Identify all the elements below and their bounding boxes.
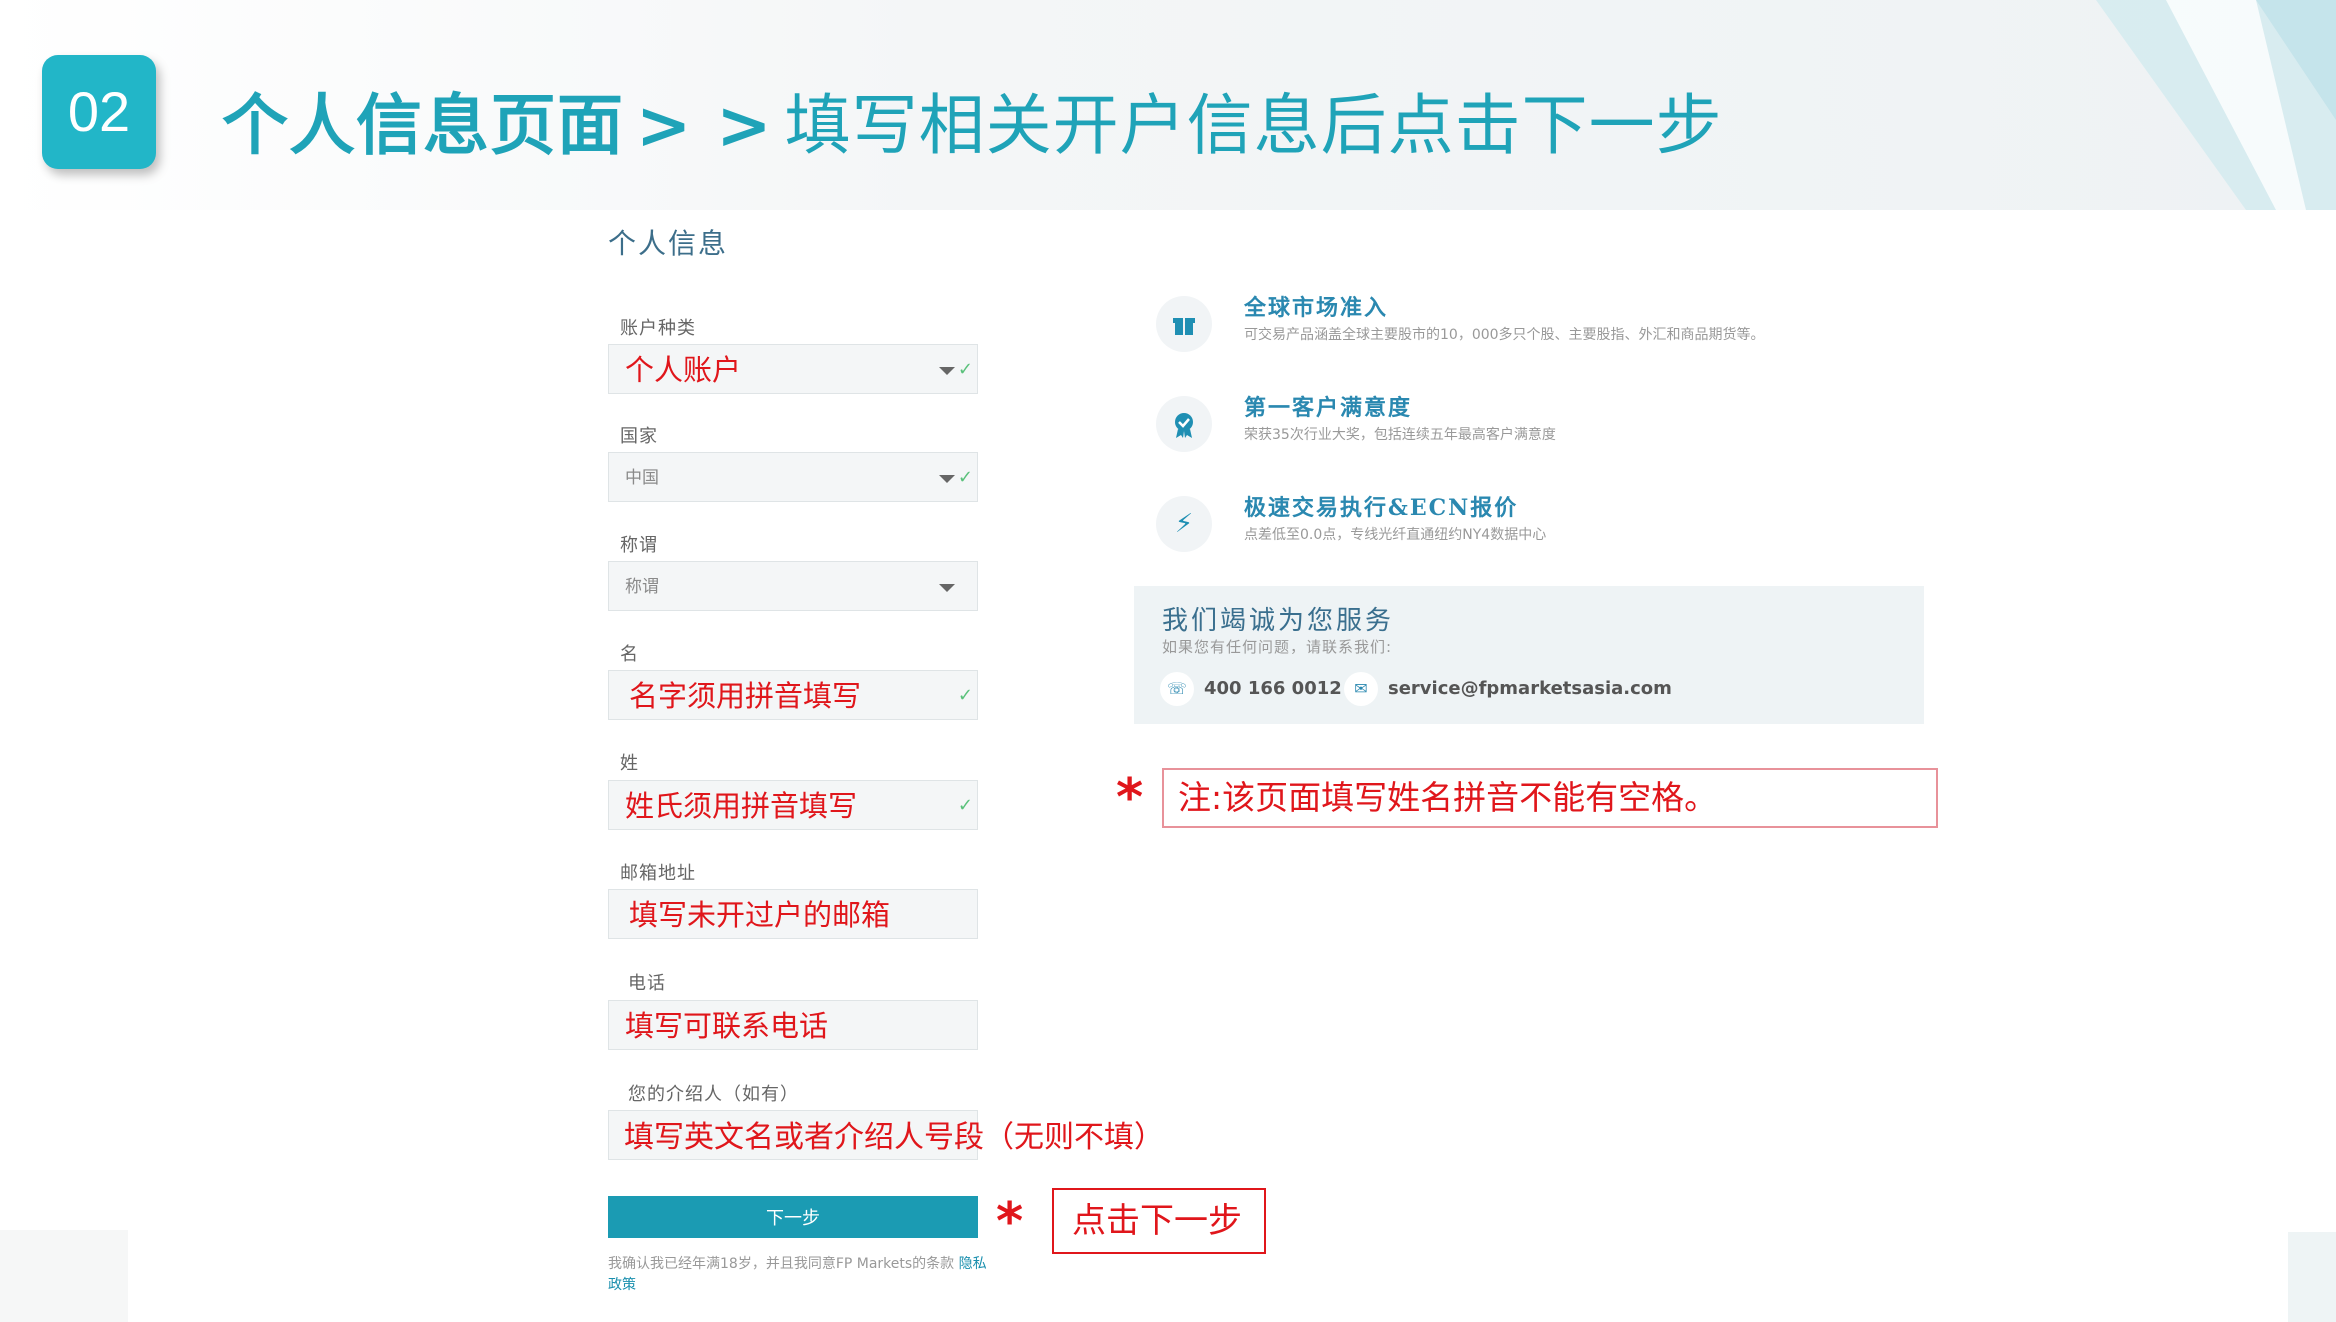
- feature-desc: 点差低至0.0点，专线光纤直通纽约NY4数据中心: [1244, 527, 1547, 543]
- salutation-select[interactable]: 称谓: [608, 561, 978, 611]
- email-label: 邮箱地址: [620, 863, 696, 884]
- phone-icon: ☏: [1160, 672, 1194, 706]
- annotation-click-next: 点击下一步: [1072, 1201, 1242, 1241]
- email-input[interactable]: 填写未开过户的邮箱: [608, 889, 978, 939]
- referrer-value: 填写英文名或者介绍人号段（无则不填）: [624, 1120, 1164, 1155]
- panel-edge-left: [0, 1230, 128, 1322]
- referrer-label: 您的介绍人（如有）: [628, 1084, 799, 1105]
- slide-title-main: 个人信息页面: [222, 87, 624, 164]
- annotation-click-box: 点击下一步: [1052, 1188, 1266, 1254]
- first-name-label: 名: [620, 644, 639, 665]
- account-type-label: 账户种类: [620, 318, 696, 339]
- chevron-down-icon: [939, 475, 955, 483]
- screenshot-panel: [128, 210, 2288, 1322]
- phone-label: 电话: [628, 973, 666, 994]
- first-name-input[interactable]: 名字须用拼音填写 ✓: [608, 670, 978, 720]
- first-name-value: 名字须用拼音填写: [629, 679, 862, 713]
- last-name-input[interactable]: 姓氏须用拼音填写 ✓: [608, 780, 978, 830]
- check-icon: ✓: [957, 359, 973, 380]
- award-ribbon-icon: [1156, 396, 1212, 452]
- account-type-select[interactable]: 个人账户 ✓: [608, 344, 978, 394]
- contact-email[interactable]: service@fpmarketsasia.com: [1388, 678, 1672, 699]
- feature-title: 第一客户满意度: [1244, 395, 1413, 421]
- mail-icon: ✉: [1344, 672, 1378, 706]
- country-label: 国家: [620, 426, 658, 447]
- slide-title: 个人信息页面 > > 填写相关开户信息后点击下一步: [222, 72, 1723, 168]
- feature-desc: 可交易产品涵盖全球主要股市的10，000多只个股、主要股指、外汇和商品期货等。: [1244, 327, 1765, 343]
- last-name-label: 姓: [620, 753, 639, 774]
- annotation-star: *: [1116, 768, 1144, 828]
- check-icon: ✓: [957, 685, 973, 706]
- last-name-value: 姓氏须用拼音填写: [625, 789, 858, 823]
- country-value: 中国: [625, 468, 659, 488]
- phone-input[interactable]: 填写可联系电话: [608, 1000, 978, 1050]
- gift-icon: [1156, 296, 1212, 352]
- salutation-label: 称谓: [620, 535, 658, 556]
- feature-title: 极速交易执行&ECN报价: [1244, 495, 1519, 521]
- form-section-title: 个人信息: [608, 227, 729, 260]
- email-value: 填写未开过户的邮箱: [629, 898, 891, 932]
- account-type-value: 个人账户: [625, 353, 742, 387]
- annotation-star: *: [996, 1192, 1024, 1252]
- contact-subtitle: 如果您有任何问题，请联系我们:: [1162, 638, 1393, 656]
- lightning-icon: ⚡: [1156, 496, 1212, 552]
- panel-edge-right: [2288, 1232, 2336, 1322]
- feature-title: 全球市场准入: [1244, 295, 1389, 321]
- check-icon: ✓: [957, 795, 973, 816]
- slide-title-arrows: > >: [636, 87, 773, 164]
- salutation-value: 称谓: [625, 577, 659, 597]
- next-step-button[interactable]: 下一步: [608, 1196, 978, 1238]
- contact-phone[interactable]: 400 166 0012: [1204, 678, 1342, 699]
- slide-title-sub: 填写相关开户信息后点击下一步: [784, 87, 1723, 164]
- contact-title: 我们竭诚为您服务: [1162, 606, 1395, 636]
- consent-text: 我确认我已经年满18岁，并且我同意FP Markets的条款 隐私政策: [608, 1254, 988, 1296]
- chevron-down-icon: [939, 367, 955, 375]
- annotation-note: 注:该页面填写姓名拼音不能有空格。: [1178, 778, 1718, 817]
- chevron-down-icon: [939, 584, 955, 592]
- step-number-badge: 02: [42, 55, 156, 169]
- country-select[interactable]: 中国 ✓: [608, 452, 978, 502]
- contact-box: 我们竭诚为您服务 如果您有任何问题，请联系我们: ☏ 400 166 0012 …: [1134, 586, 1924, 724]
- decorative-triangles: [2076, 0, 2336, 210]
- annotation-note-box: 注:该页面填写姓名拼音不能有空格。: [1162, 768, 1938, 828]
- check-icon: ✓: [957, 467, 973, 488]
- consent-statement: 我确认我已经年满18岁，并且我同意FP Markets的条款: [608, 1256, 955, 1272]
- phone-value: 填写可联系电话: [625, 1009, 829, 1043]
- feature-desc: 荣获35次行业大奖，包括连续五年最高客户满意度: [1244, 427, 1556, 443]
